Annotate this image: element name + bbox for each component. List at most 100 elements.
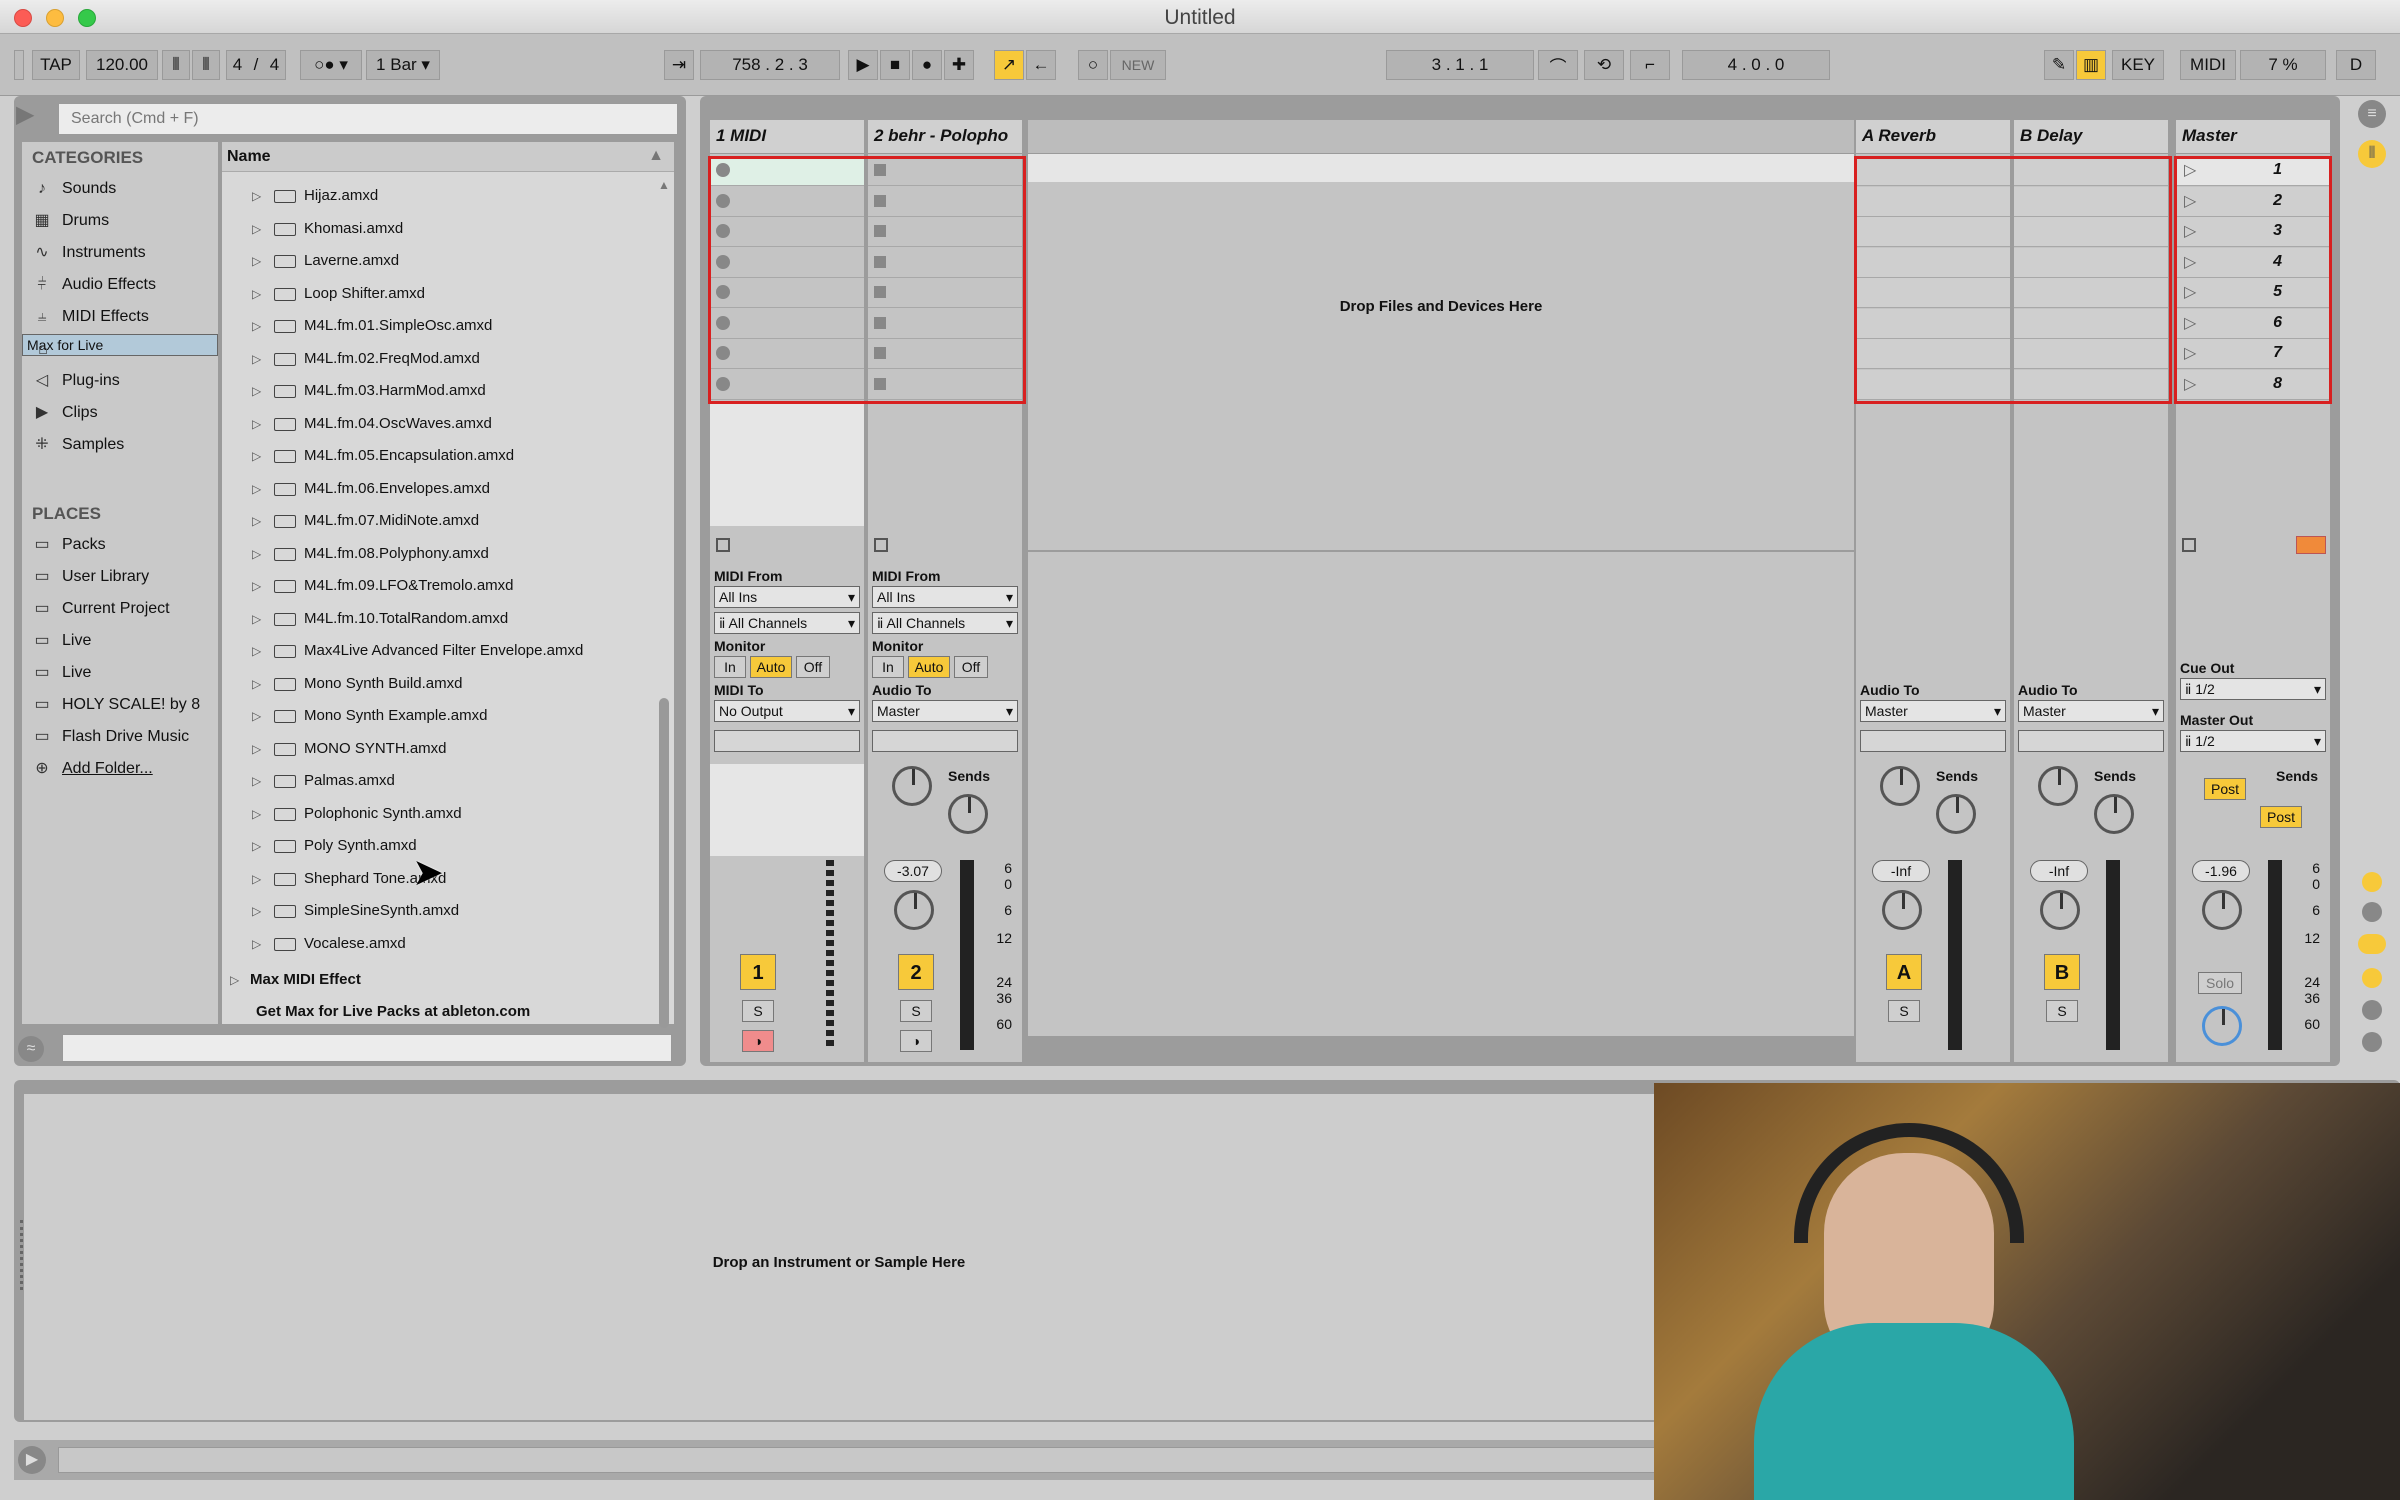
browser-scrollbar[interactable]: ▲ ▼ (658, 178, 670, 1052)
expand-arrow-icon[interactable]: ▷ (252, 449, 261, 463)
send-b-knob[interactable] (948, 794, 988, 834)
return-slot[interactable] (1856, 308, 2010, 339)
file-row[interactable]: ▷ Hijaz.amxd (222, 180, 652, 212)
track-delay-toggle-icon[interactable] (2362, 1032, 2382, 1052)
returns-toggle-icon[interactable] (2358, 934, 2386, 954)
scene-slot[interactable]: ▷ 4 (2176, 247, 2330, 278)
stop-slot-icon[interactable] (874, 316, 886, 329)
expand-arrow-icon[interactable]: ▷ (252, 189, 261, 203)
file-row[interactable]: ▷ MONO SYNTH.amxd (222, 733, 652, 765)
expand-arrow-icon[interactable]: ▷ (252, 222, 261, 236)
place-live[interactable]: ▭ Live (22, 658, 218, 688)
arm-button[interactable]: ◑ (742, 1030, 774, 1052)
browser-search-input[interactable]: Search (Cmd + F) (58, 103, 678, 135)
clip-slot[interactable] (868, 248, 1022, 278)
file-row[interactable]: ▷ Laverne.amxd (222, 245, 652, 277)
track-title[interactable]: Master (2176, 120, 2330, 154)
pan-knob[interactable] (1882, 890, 1922, 930)
io-toggle-icon[interactable] (2362, 872, 2382, 892)
master-out-select[interactable]: ⅱ 1/2 ▾ (2180, 730, 2326, 752)
stop-clips-icon[interactable] (716, 538, 730, 552)
scene-slot[interactable]: ▷ 6 (2176, 308, 2330, 339)
solo-button[interactable]: S (1888, 1000, 1920, 1022)
send-b-knob[interactable] (1936, 794, 1976, 834)
cue-out-select[interactable]: ⅱ 1/2 ▾ (2180, 678, 2326, 700)
file-row[interactable]: ▷ Mono Synth Example.amxd (222, 700, 652, 732)
expand-arrow-icon[interactable]: ▷ (252, 319, 261, 333)
return-slot[interactable] (1856, 217, 2010, 247)
clip-slot[interactable] (710, 309, 864, 339)
clip-slot[interactable] (868, 278, 1022, 308)
monitor-in-button[interactable]: In (872, 656, 904, 678)
pan-knob[interactable] (894, 890, 934, 930)
record-slot-icon[interactable] (716, 254, 730, 269)
punch-in-icon[interactable]: ⌒ (1538, 50, 1578, 80)
audio-to-channel[interactable] (2018, 730, 2164, 752)
solo-button[interactable]: Solo (2198, 972, 2242, 994)
clip-slot[interactable] (710, 339, 864, 369)
loop-length-field[interactable]: 4 . 0 . 0 (1682, 50, 1830, 80)
expand-arrow-icon[interactable]: ▷ (252, 904, 261, 918)
file-row[interactable]: ▷ SimpleSineSynth.amxd (222, 895, 652, 927)
scene-slot[interactable]: ▷ 3 (2176, 217, 2330, 247)
track-title[interactable]: A Reverb (1856, 120, 2010, 154)
solo-button[interactable]: S (900, 1000, 932, 1022)
audio-to-channel[interactable] (1860, 730, 2006, 752)
scene-launch-icon[interactable]: ▷ (2184, 191, 2196, 211)
expand-arrow-icon[interactable]: ▷ (252, 384, 261, 398)
clip-slot[interactable] (868, 217, 1022, 247)
expand-arrow-icon[interactable]: ▷ (252, 644, 261, 658)
send-a-knob[interactable] (2038, 766, 2078, 806)
return-slot[interactable] (2014, 278, 2168, 308)
file-row[interactable]: ▷ M4L.fm.01.SimpleOsc.amxd (222, 310, 652, 342)
monitor-auto-button[interactable]: Auto (908, 656, 950, 678)
crossfader-toggle-icon[interactable] (2362, 1000, 2382, 1020)
stop-clips-icon[interactable] (874, 538, 888, 552)
expand-arrow-icon[interactable]: ▷ (252, 352, 261, 366)
midi-from-select[interactable]: All Ins ▾ (872, 586, 1018, 608)
file-row[interactable]: ▷ M4L.fm.08.Polyphony.amxd (222, 538, 652, 570)
record-slot-icon[interactable] (716, 224, 730, 238)
track-activator-button[interactable]: 1 (740, 954, 776, 990)
sort-arrow-icon[interactable]: ▲ (648, 147, 664, 165)
file-row[interactable]: ▷ Khomasi.amxd (222, 213, 652, 245)
clip-slot[interactable] (710, 187, 864, 217)
mixer-toggle-icon[interactable] (2362, 968, 2382, 988)
clip-slot[interactable] (868, 187, 1022, 217)
scroll-thumb[interactable] (659, 698, 669, 1028)
send-a-knob[interactable] (892, 766, 932, 806)
expand-arrow-icon[interactable]: ▷ (252, 254, 261, 268)
add-folder-link[interactable]: ⊕ Add Folder... (22, 754, 218, 784)
device-drop-area[interactable]: Drop an Instrument or Sample Here (24, 1094, 1654, 1420)
tempo-field[interactable]: 120.00 (86, 50, 158, 80)
follow-icon[interactable]: ⇥ (664, 50, 694, 80)
scene-launch-icon[interactable]: ▷ (2184, 282, 2196, 302)
category-samples[interactable]: ⁜ Samples (22, 430, 218, 460)
expand-arrow-icon[interactable]: ▷ (252, 514, 261, 528)
solo-button[interactable]: S (2046, 1000, 2078, 1022)
expand-arrow-icon[interactable]: ▷ (252, 482, 261, 496)
scene-slot[interactable]: ▷ 2 (2176, 186, 2330, 217)
monitor-in-button[interactable]: In (714, 656, 746, 678)
clip-slot[interactable] (868, 309, 1022, 339)
send-b-knob[interactable] (2094, 794, 2134, 834)
record-slot-icon[interactable] (716, 346, 730, 360)
record-slot-icon[interactable] (716, 376, 730, 391)
tap-button[interactable]: TAP (32, 50, 80, 80)
track-activator-button[interactable]: 2 (898, 954, 934, 990)
return-slot[interactable] (2014, 186, 2168, 217)
stop-slot-icon[interactable] (874, 286, 886, 298)
file-row[interactable]: ▷ M4L.fm.03.HarmMod.amxd (222, 375, 652, 407)
return-slot[interactable] (2014, 247, 2168, 278)
scene-slot[interactable]: ▷ 5 (2176, 278, 2330, 308)
scene-launch-icon[interactable]: ▷ (2184, 160, 2196, 180)
loop-icon[interactable]: ⟲ (1584, 50, 1624, 80)
file-row[interactable]: ▷ M4L.fm.09.LFO&Tremolo.amxd (222, 570, 652, 602)
file-row[interactable]: ▷ Palmas.amxd (222, 765, 652, 797)
preview-field[interactable] (62, 1034, 672, 1062)
monitor-off-button[interactable]: Off (954, 656, 988, 678)
stop-slot-icon[interactable] (874, 225, 886, 237)
signature-denominator[interactable]: 4 (270, 55, 279, 75)
file-row[interactable]: ▷ Polophonic Synth.amxd (222, 798, 652, 830)
scene-launch-icon[interactable]: ▷ (2184, 343, 2196, 363)
